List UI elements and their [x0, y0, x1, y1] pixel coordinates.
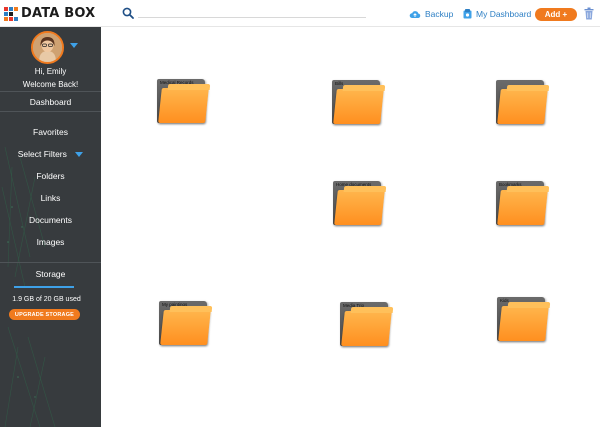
dashboard-icon: [463, 9, 472, 19]
sidebar-item-dashboard[interactable]: Dashboard: [0, 97, 101, 107]
chevron-down-icon[interactable]: [70, 43, 78, 48]
folder-icon: [497, 190, 548, 225]
welcome-text: Welcome Back!: [22, 80, 79, 89]
folder-icon: [158, 88, 209, 123]
my-dashboard-link[interactable]: My Dashboard: [463, 8, 531, 20]
sidebar-item-favorites[interactable]: Favorites: [0, 127, 101, 137]
top-bar: DATA BOX Backup My Dashboard Add +: [0, 0, 600, 27]
sidebar-item-links[interactable]: Links: [0, 193, 101, 203]
folder-tile[interactable]: My paintings: [159, 299, 211, 349]
folder-tile[interactable]: [496, 78, 548, 128]
folder-icon: [160, 310, 211, 345]
brand-name: DATA BOX: [21, 6, 96, 21]
folder-icon: [498, 306, 549, 341]
folder-tile[interactable]: Home documents: [333, 179, 385, 229]
folder-tile[interactable]: Bills: [332, 78, 384, 128]
sidebar: Hi, Emily Welcome Back! Dashboard Favori…: [0, 27, 101, 427]
sidebar-item-images[interactable]: Images: [0, 237, 101, 247]
sidebar-item-documents[interactable]: Documents: [0, 215, 101, 225]
logo-grid-icon: [4, 6, 18, 21]
folder-icon: [341, 311, 392, 346]
sidebar-item-folders[interactable]: Folders: [0, 171, 101, 181]
storage-progress-bar: [14, 286, 74, 288]
backup-link[interactable]: Backup: [409, 8, 453, 20]
search-bar: [122, 7, 367, 21]
folder-icon: [333, 89, 384, 124]
my-dashboard-label: My Dashboard: [476, 9, 532, 19]
folder-icon: [497, 89, 548, 124]
add-button[interactable]: Add +: [535, 8, 577, 21]
storage-used-text: 1.9 GB of 20 GB used: [12, 296, 81, 303]
sidebar-divider: [0, 111, 101, 112]
folder-tile[interactable]: Media Trip: [340, 300, 392, 350]
storage-heading: Storage: [35, 269, 66, 279]
sidebar-item-filters[interactable]: Select Filters: [0, 149, 101, 159]
upgrade-storage-button[interactable]: UPGRADE STORAGE: [9, 309, 80, 320]
trash-icon[interactable]: [584, 7, 594, 20]
user-photo-icon: [33, 33, 62, 62]
search-icon[interactable]: [122, 7, 134, 19]
chevron-down-icon: [75, 152, 84, 158]
filters-label: Select Filters: [17, 149, 67, 159]
sidebar-divider: [0, 91, 101, 92]
folder-icon: [334, 190, 385, 225]
sidebar-divider: [0, 262, 101, 263]
avatar[interactable]: [31, 31, 64, 64]
greeting-text: Hi, Emily: [34, 67, 67, 76]
cloud-upload-icon: [409, 10, 421, 18]
folder-tile[interactable]: Medical Records: [157, 77, 209, 127]
app-window: DATA BOX Backup My Dashboard Add + Hi, E…: [0, 0, 600, 427]
backup-label: Backup: [425, 9, 454, 19]
folder-tile[interactable]: Bookmarks: [496, 179, 548, 229]
search-underline: [138, 17, 366, 18]
folder-tile[interactable]: Kids: [497, 295, 549, 345]
brand-logo[interactable]: DATA BOX: [4, 4, 95, 23]
